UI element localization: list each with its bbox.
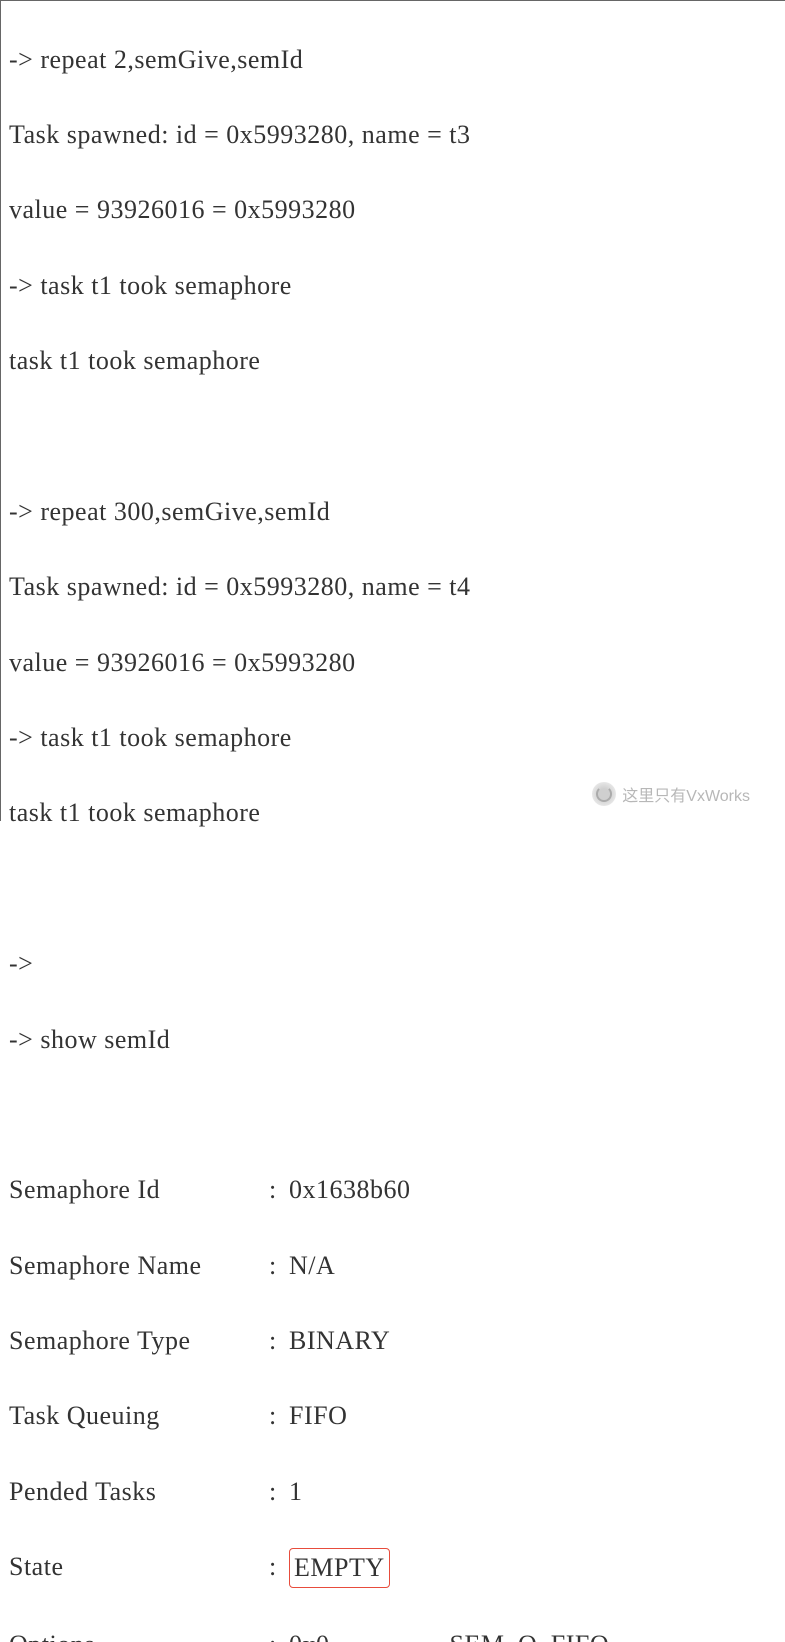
prompt: -> <box>9 497 33 526</box>
info-row-semname: Semaphore Name: N/A <box>9 1247 777 1285</box>
separator: : <box>269 1322 289 1360</box>
info-label: Semaphore Type <box>9 1322 269 1360</box>
prompt: -> <box>9 45 33 74</box>
info-label: Semaphore Id <box>9 1171 269 1209</box>
info-row-state: State: EMPTY <box>9 1548 777 1588</box>
watermark: 这里只有VxWorks <box>592 782 750 806</box>
separator: : <box>269 1473 289 1511</box>
terminal-line: -> task t1 took semaphore <box>9 267 777 305</box>
terminal-line: -> task t1 took semaphore <box>9 719 777 757</box>
prompt: -> <box>9 271 33 300</box>
terminal-line: value = 93926016 = 0x5993280 <box>9 191 777 229</box>
prompt: -> <box>9 949 33 978</box>
info-row-semtype: Semaphore Type: BINARY <box>9 1322 777 1360</box>
separator: : <box>269 1171 289 1209</box>
info-row-pended: Pended Tasks: 1 <box>9 1473 777 1511</box>
info-value: 0x0 <box>289 1626 330 1642</box>
info-extra: SEM_Q_FIFO <box>450 1626 610 1642</box>
terminal-line: -> <box>9 945 777 983</box>
separator: : <box>269 1397 289 1435</box>
blank-line <box>9 418 777 456</box>
watermark-text: 这里只有VxWorks <box>622 782 750 806</box>
terminal-line: task t1 took semaphore <box>9 342 777 380</box>
info-value: FIFO <box>289 1397 347 1435</box>
info-label: Task Queuing <box>9 1397 269 1435</box>
terminal-line: value = 93926016 = 0x5993280 <box>9 644 777 682</box>
info-label: Pended Tasks <box>9 1473 269 1511</box>
separator: : <box>269 1247 289 1285</box>
info-value: BINARY <box>289 1322 390 1360</box>
info-label: Options <box>9 1626 269 1642</box>
command-text: show semId <box>40 1025 170 1054</box>
command-text: repeat 2,semGive,semId <box>40 45 303 74</box>
separator: : <box>269 1626 289 1642</box>
info-row-options: Options: 0x0 SEM_Q_FIFO <box>9 1626 777 1642</box>
prompt: -> <box>9 1025 33 1054</box>
terminal-line: -> repeat 300,semGive,semId <box>9 493 777 531</box>
info-value: 0x1638b60 <box>289 1171 411 1209</box>
info-value: 1 <box>289 1473 303 1511</box>
info-row-semid: Semaphore Id: 0x1638b60 <box>9 1171 777 1209</box>
terminal-line: -> show semId <box>9 1021 777 1059</box>
info-label: State <box>9 1548 269 1588</box>
command-text: task t1 took semaphore <box>40 723 291 752</box>
command-text: task t1 took semaphore <box>40 271 291 300</box>
wechat-icon <box>592 782 616 806</box>
blank-line <box>9 870 777 908</box>
info-row-taskq: Task Queuing: FIFO <box>9 1397 777 1435</box>
terminal-output: -> repeat 2,semGive,semId Task spawned: … <box>1 1 785 1642</box>
info-value: N/A <box>289 1247 335 1285</box>
state-highlighted: EMPTY <box>289 1548 390 1588</box>
command-text: repeat 300,semGive,semId <box>40 497 330 526</box>
terminal-line: Task spawned: id = 0x5993280, name = t3 <box>9 116 777 154</box>
info-label: Semaphore Name <box>9 1247 269 1285</box>
separator: : <box>269 1548 289 1588</box>
prompt: -> <box>9 723 33 752</box>
blank-line <box>9 1096 777 1134</box>
terminal-line: Task spawned: id = 0x5993280, name = t4 <box>9 568 777 606</box>
terminal-line: -> repeat 2,semGive,semId <box>9 41 777 79</box>
